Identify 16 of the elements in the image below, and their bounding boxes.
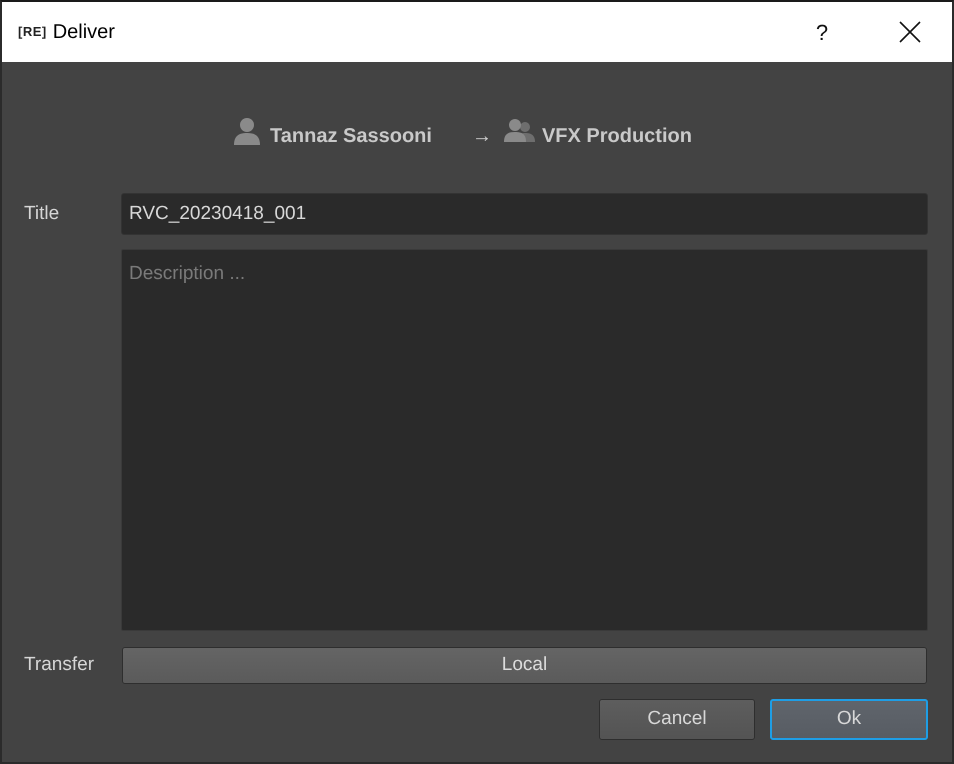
transfer-label: Transfer (24, 653, 96, 678)
title-field[interactable]: RVC_20230418_001 (121, 193, 928, 235)
sender-name: Tannaz Sassooni (270, 124, 432, 149)
recipient-name: VFX Production (542, 124, 692, 149)
arrow-text: → (472, 124, 492, 149)
dialog-button[interactable]: Cancel (599, 699, 755, 740)
dialog-button[interactable]: Ok (770, 699, 928, 740)
description-field[interactable]: Description ... (121, 249, 928, 631)
title-label: Title (24, 202, 60, 226)
help-button[interactable]: ? (792, 2, 852, 62)
group-icon (504, 118, 535, 142)
close-icon (899, 21, 921, 43)
person-icon (232, 116, 262, 146)
transfer-button[interactable]: Local (122, 647, 927, 684)
window-title: Deliver (52, 20, 115, 45)
app-logo: [RE] (18, 23, 47, 42)
